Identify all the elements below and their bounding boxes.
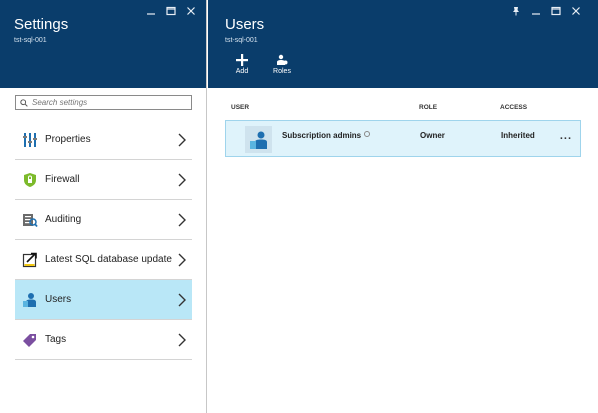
users-blade: Users tst-sql-001 Add Roles USER ROLE AC… <box>208 0 598 413</box>
role-cell: Owner <box>420 131 445 140</box>
avatar <box>245 126 272 153</box>
users-window-controls <box>507 4 585 18</box>
pin-icon[interactable] <box>507 4 525 18</box>
more-options-icon[interactable]: ... <box>560 130 572 142</box>
chevron-right-icon <box>178 133 186 147</box>
menu-item-label: Latest SQL database update <box>45 254 172 265</box>
settings-header: Settings tst-sql-001 <box>0 0 206 88</box>
minimize-icon[interactable] <box>527 4 545 18</box>
settings-menu: Properties Firewall Auditing Latest SQL … <box>15 120 192 360</box>
user-name: Subscription admins <box>282 131 362 140</box>
maximize-icon[interactable] <box>162 4 180 18</box>
info-icon[interactable] <box>364 131 371 137</box>
users-header: Users tst-sql-001 Add Roles <box>208 0 598 88</box>
auditing-icon <box>22 212 38 228</box>
menu-item-label: Users <box>45 294 72 305</box>
settings-subtitle: tst-sql-001 <box>14 37 47 44</box>
tag-icon <box>22 332 38 348</box>
menu-item-tags[interactable]: Tags <box>15 320 192 360</box>
search-settings-box[interactable] <box>15 95 192 110</box>
chevron-right-icon <box>178 213 186 227</box>
settings-window-controls <box>142 4 200 18</box>
menu-item-firewall[interactable]: Firewall <box>15 160 192 200</box>
user-group-icon <box>249 131 267 149</box>
users-grid-header: USER ROLE ACCESS <box>225 104 585 114</box>
close-icon[interactable] <box>567 4 585 18</box>
menu-item-label: Properties <box>45 134 91 145</box>
users-subtitle: tst-sql-001 <box>225 37 258 44</box>
menu-item-auditing[interactable]: Auditing <box>15 200 192 240</box>
menu-item-label: Tags <box>45 334 67 345</box>
search-settings-input[interactable] <box>32 98 182 107</box>
column-header-user[interactable]: USER <box>231 104 249 111</box>
roles-label: Roles <box>273 68 291 75</box>
roles-button[interactable]: Roles <box>267 54 297 75</box>
maximize-icon[interactable] <box>547 4 565 18</box>
add-button[interactable]: Add <box>227 54 257 75</box>
close-icon[interactable] <box>182 4 200 18</box>
menu-item-properties[interactable]: Properties <box>15 120 192 160</box>
plus-icon <box>236 54 248 66</box>
chevron-right-icon <box>178 253 186 267</box>
add-label: Add <box>235 68 249 75</box>
shield-icon <box>22 172 38 188</box>
menu-item-latest-sql-update[interactable]: Latest SQL database update <box>15 240 192 280</box>
settings-blade: Settings tst-sql-001 Search settings Pro… <box>0 0 207 413</box>
access-cell: Inherited <box>501 131 535 140</box>
search-icon <box>20 98 28 107</box>
minimize-icon[interactable] <box>142 4 160 18</box>
menu-item-users[interactable]: Users <box>15 280 192 320</box>
menu-item-label: Firewall <box>45 174 80 185</box>
settings-title: Settings <box>14 16 69 33</box>
table-row[interactable]: Subscription admins Owner Inherited ... <box>225 120 581 157</box>
user-cell[interactable]: Subscription admins <box>282 131 371 140</box>
chevron-right-icon <box>178 293 186 307</box>
menu-item-label: Auditing <box>45 214 82 225</box>
update-icon <box>22 252 38 268</box>
properties-icon <box>22 132 38 148</box>
column-header-access[interactable]: ACCESS <box>500 104 527 111</box>
users-title: Users <box>225 16 265 33</box>
chevron-right-icon <box>178 333 186 347</box>
chevron-right-icon <box>178 173 186 187</box>
column-header-role[interactable]: ROLE <box>419 104 437 111</box>
users-icon <box>22 292 38 308</box>
roles-icon <box>277 54 288 65</box>
